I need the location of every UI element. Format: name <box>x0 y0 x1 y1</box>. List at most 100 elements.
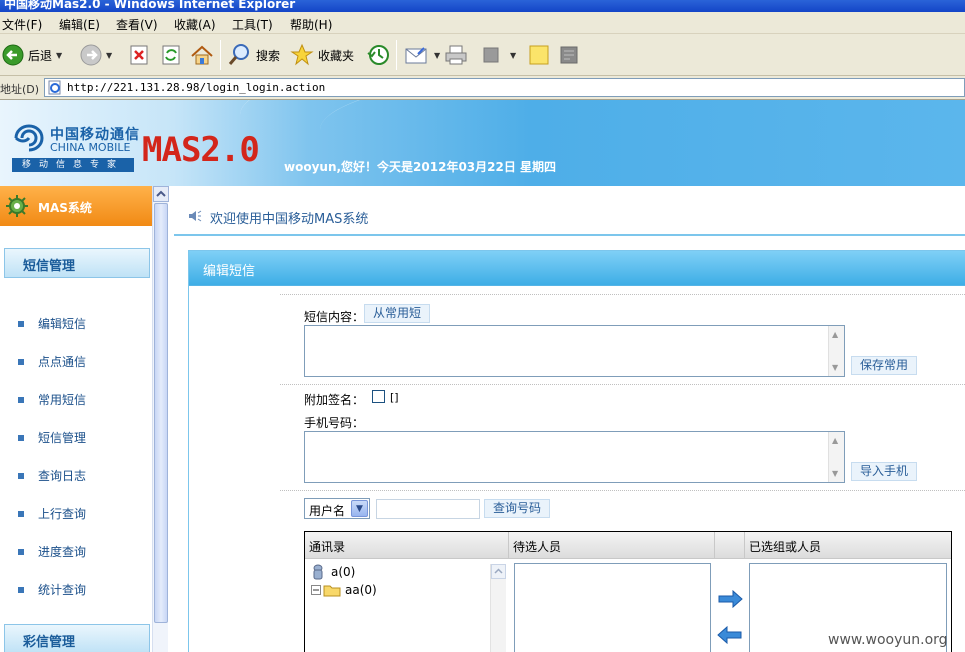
stop-button[interactable] <box>128 42 150 68</box>
phone-textarea[interactable]: ▲ ▼ <box>304 431 845 483</box>
back-label: 后退 <box>28 48 53 63</box>
ie-page-icon <box>48 80 61 95</box>
query-number-button[interactable]: 查询号码 <box>484 499 551 518</box>
chevron-down-icon[interactable]: ▼ <box>351 500 368 517</box>
history-button[interactable] <box>366 42 390 68</box>
sidebar-item-statistics-query[interactable]: 统计查询 <box>18 581 86 598</box>
forward-dropdown-icon[interactable]: ▼ <box>106 51 112 60</box>
user-greeting: wooyun,您好！今天是2012年03月22日 星期四 <box>284 160 557 174</box>
signature-checkbox[interactable] <box>372 390 385 403</box>
phone-label: 手机号码： <box>304 416 365 430</box>
sidebar-item-edit-sms[interactable]: 编辑短信 <box>18 315 86 332</box>
discuss-button[interactable] <box>528 42 550 68</box>
move-left-arrow-icon[interactable] <box>717 626 743 644</box>
forward-arrow-icon <box>80 44 102 66</box>
print-button[interactable] <box>444 42 468 68</box>
search-field-select[interactable]: 用户名 ▼ <box>304 498 370 519</box>
tree-node-label: aa(0) <box>345 583 377 597</box>
save-common-button[interactable]: 保存常用 <box>851 356 918 375</box>
sidebar-scrollbar[interactable] <box>152 186 169 652</box>
address-label: 地址(D) <box>0 83 40 96</box>
sidebar-item-query-log[interactable]: 查询日志 <box>18 467 86 484</box>
sidebar-section-sms-label: 短信管理 <box>23 259 76 274</box>
select-value: 用户名 <box>309 504 346 518</box>
address-bar: 地址(D) http://221.131.28.98/login_login.a… <box>0 76 965 100</box>
sidebar-item-progress-query[interactable]: 进度查询 <box>18 543 86 560</box>
main-content: 欢迎使用中国移动MAS系统 编辑短信 短信内容： 从常用短 ▲ ▼ 保存常用 附加… <box>170 186 965 652</box>
import-phone-button[interactable]: 导入手机 <box>851 462 918 481</box>
mail-button[interactable]: ▼ <box>404 42 440 68</box>
sidebar-item-sms-management[interactable]: 短信管理 <box>18 429 86 446</box>
tree-node-aa[interactable]: aa(0) <box>311 583 377 597</box>
tree-scrollbar[interactable] <box>490 564 506 652</box>
panel-title: 编辑短信 <box>203 264 256 279</box>
bullet-icon <box>18 320 24 327</box>
sidebar-item-uplink-query[interactable]: 上行查询 <box>18 505 86 522</box>
messenger-button[interactable] <box>558 42 580 68</box>
sidebar-section-mms[interactable]: 彩信管理 <box>4 624 150 652</box>
sidebar-item-point-to-point[interactable]: 点点通信 <box>18 353 86 370</box>
sidebar-system-title: MAS系统 <box>38 201 92 215</box>
menu-tools[interactable]: 工具(T) <box>232 16 273 33</box>
sidebar-system-header[interactable]: MAS系统 <box>0 186 152 226</box>
refresh-button[interactable] <box>160 42 182 68</box>
sidebar-item-label: 上行查询 <box>38 507 87 521</box>
brand-slogan: 移动信息专家 <box>12 158 134 172</box>
grid-header-candidates: 待选人员 <box>513 540 562 554</box>
messenger-icon <box>560 46 578 64</box>
grid-header: 通讯录 待选人员 已选组或人员 <box>305 532 951 559</box>
scroll-up-icon[interactable] <box>491 564 506 579</box>
move-right-arrow-icon[interactable] <box>717 590 743 608</box>
history-icon <box>367 45 389 65</box>
search-input[interactable] <box>376 499 480 519</box>
search-button[interactable]: 搜索 <box>228 42 280 68</box>
menu-file[interactable]: 文件(F) <box>2 16 42 33</box>
sms-content-textarea[interactable]: ▲ ▼ <box>304 325 845 377</box>
edit-dropdown-icon[interactable]: ▼ <box>510 51 516 60</box>
scroll-up-icon[interactable] <box>153 186 169 202</box>
edit-button[interactable]: ▼ <box>482 42 516 68</box>
folder-icon <box>323 585 341 597</box>
stop-icon <box>130 45 148 65</box>
sidebar-item-label: 短信管理 <box>38 431 87 445</box>
sms-content-label: 短信内容： <box>304 310 365 324</box>
bullet-icon <box>18 586 24 593</box>
back-button[interactable]: 后退 ▼ <box>2 42 62 68</box>
printer-icon <box>445 45 467 65</box>
speaker-icon <box>189 210 202 222</box>
sidebar-item-label: 进度查询 <box>38 545 87 559</box>
menu-edit[interactable]: 编辑(E) <box>59 16 100 33</box>
welcome-bar: 欢迎使用中国移动MAS系统 <box>174 196 965 236</box>
favorites-star-icon <box>290 43 314 66</box>
sidebar-item-label: 常用短信 <box>38 393 87 407</box>
menu-favorites[interactable]: 收藏(A) <box>174 16 216 33</box>
back-dropdown-icon[interactable]: ▼ <box>56 51 62 60</box>
back-arrow-icon <box>2 44 24 66</box>
tree-expand-icon[interactable] <box>311 585 321 595</box>
forward-button[interactable]: ▼ <box>80 42 112 68</box>
textarea-scrollbar[interactable]: ▲ ▼ <box>828 432 844 482</box>
menu-help[interactable]: 帮助(H) <box>290 16 332 33</box>
textarea-scrollbar[interactable]: ▲ ▼ <box>828 326 844 376</box>
sidebar-section-sms[interactable]: 短信管理 <box>4 248 150 278</box>
tree-node-a[interactable]: a(0) <box>311 564 355 580</box>
watermark: www.wooyun.org <box>828 632 948 648</box>
edit-page-icon <box>483 47 499 63</box>
favorites-label: 收藏夹 <box>318 48 355 63</box>
sidebar-item-label: 点点通信 <box>38 355 87 369</box>
bullet-icon <box>18 434 24 441</box>
favorites-button[interactable]: 收藏夹 <box>290 42 354 68</box>
home-icon <box>191 45 213 65</box>
mail-dropdown-icon[interactable]: ▼ <box>434 51 440 60</box>
bullet-icon <box>18 510 24 517</box>
grid-header-contacts: 通讯录 <box>309 540 346 554</box>
address-input[interactable]: http://221.131.28.98/login_login.action <box>44 78 965 97</box>
from-common-sms-button[interactable]: 从常用短 <box>364 304 431 323</box>
menu-view[interactable]: 查看(V) <box>116 16 158 33</box>
bullet-icon <box>18 548 24 555</box>
tree-node-label: a(0) <box>331 565 356 579</box>
sidebar-item-common-sms[interactable]: 常用短信 <box>18 391 86 408</box>
scrollbar-thumb[interactable] <box>154 203 168 623</box>
candidate-listbox[interactable] <box>514 563 711 652</box>
home-button[interactable] <box>190 42 214 68</box>
